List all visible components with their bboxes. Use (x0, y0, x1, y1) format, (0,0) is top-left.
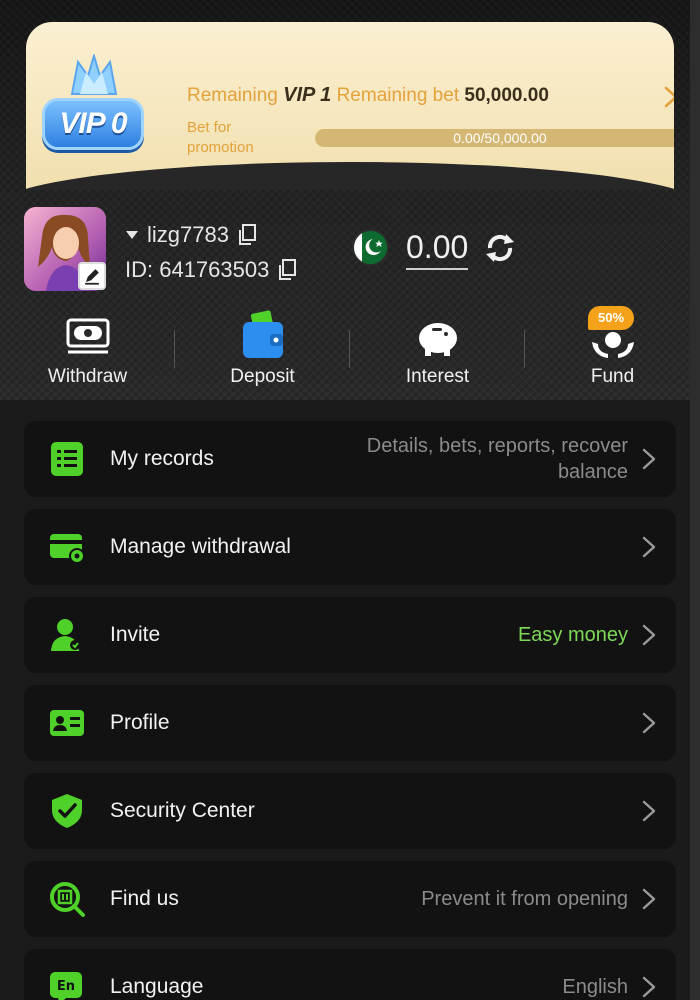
vip-card[interactable]: VIP 0 Remaining VIP 1 Remaining bet 50,0… (26, 22, 674, 190)
chevron-right-icon (642, 976, 656, 998)
sub-label-line1: Bet for (187, 119, 232, 136)
menu-title: Find us (110, 887, 179, 910)
records-icon (51, 442, 83, 476)
vip-remaining-line: Remaining VIP 1 Remaining bet 50,000.00 (187, 84, 549, 107)
menu-item-find-us[interactable]: Find us Prevent it from opening (24, 861, 676, 937)
bet-for-promotion-label: Bet for promotion (187, 118, 254, 158)
refresh-icon[interactable] (482, 230, 518, 266)
menu-title: My records (110, 447, 214, 470)
wallet-icon (242, 310, 283, 358)
id-card-icon (50, 710, 84, 736)
remaining-bet-value: 50,000.00 (464, 85, 549, 106)
menu-title: Invite (110, 623, 161, 646)
menu-title: Language (110, 975, 204, 998)
user-id: ID: 641763503 (125, 257, 270, 282)
piggy-bank-icon (418, 323, 457, 356)
crown-icon (70, 54, 118, 95)
remaining-prefix: Remaining (187, 85, 278, 106)
deposit-label: Deposit (230, 366, 295, 387)
next-vip-level: VIP 1 (283, 84, 332, 106)
menu-hint: English (562, 976, 628, 998)
vip-progress-text: 0.00/50,000.00 (453, 130, 547, 146)
menu-hint: Prevent it from opening (421, 888, 628, 910)
menu-item-security-center[interactable]: Security Center (24, 773, 676, 849)
menu-title: Profile (110, 711, 170, 734)
vip-badge: VIP 0 (40, 54, 146, 160)
chevron-right-icon (642, 712, 656, 734)
scroll-edge (690, 0, 700, 1000)
menu-hint: Easy money (517, 624, 628, 646)
menu-list: My records Details, bets, reports, recov… (24, 421, 676, 1000)
menu-item-profile[interactable]: Profile (24, 685, 676, 761)
remaining-bet-label: Remaining bet (336, 85, 460, 106)
divider (524, 330, 525, 368)
chevron-right-icon (642, 800, 656, 822)
menu-title: Manage withdrawal (110, 535, 291, 558)
find-us-icon (50, 882, 85, 917)
withdraw-icon (66, 318, 109, 354)
divider (174, 330, 175, 368)
vip-level-label: VIP 0 (42, 98, 144, 150)
invite-user-icon (51, 619, 80, 651)
edit-avatar-icon[interactable] (78, 262, 106, 290)
chevron-right-icon (642, 448, 656, 470)
withdraw-button[interactable]: Withdraw (0, 300, 175, 400)
menu-item-manage-withdrawal[interactable]: Manage withdrawal (24, 509, 676, 585)
withdraw-label: Withdraw (47, 366, 128, 387)
card-gear-icon (50, 534, 85, 564)
menu-item-invite[interactable]: Invite Easy money (24, 597, 676, 673)
caret-down-icon[interactable] (125, 230, 139, 240)
svg-text:En: En (57, 979, 75, 994)
vip-progress-bar: 0.00/50,000.00 (315, 129, 674, 147)
chevron-right-icon (642, 536, 656, 558)
interest-label: Interest (405, 366, 470, 387)
copy-id-icon[interactable] (277, 259, 297, 281)
menu-hint: Details, bets, reports, recover balance (366, 435, 628, 483)
menu-item-language[interactable]: En Language English (24, 949, 676, 1000)
username: lizg7783 (147, 222, 229, 247)
user-id-row: ID: 641763503 (125, 257, 297, 283)
divider (349, 330, 350, 368)
fund-badge: 50% (588, 306, 634, 330)
username-row: lizg7783 (125, 222, 257, 248)
chevron-right-icon[interactable] (664, 86, 674, 108)
sub-label-line2: promotion (187, 139, 254, 156)
copy-icon[interactable] (237, 224, 257, 246)
balance-amount: 0.00 (406, 228, 469, 270)
chevron-right-icon (642, 624, 656, 646)
language-icon: En (50, 972, 82, 1000)
menu-title: Security Center (110, 799, 255, 822)
fund-label: Fund (590, 366, 635, 387)
deposit-button[interactable]: Deposit (175, 300, 350, 400)
chevron-right-icon (642, 888, 656, 910)
pakistan-flag-icon[interactable] (352, 229, 389, 266)
interest-button[interactable]: Interest (350, 300, 525, 400)
menu-item-my-records[interactable]: My records Details, bets, reports, recov… (24, 421, 676, 497)
shield-check-icon (52, 794, 82, 828)
